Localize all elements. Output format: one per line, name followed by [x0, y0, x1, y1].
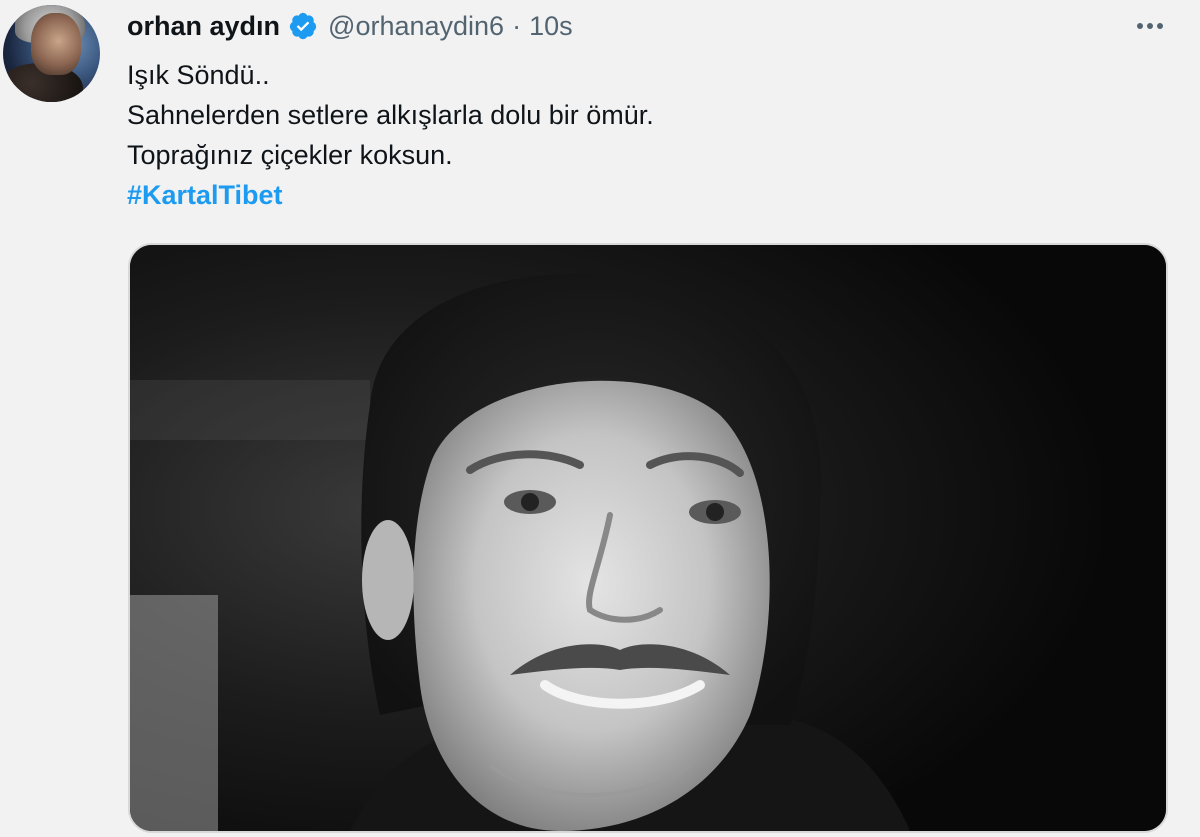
hashtag-link[interactable]: #KartalTibet — [127, 175, 1167, 215]
more-options-icon[interactable] — [1128, 10, 1172, 42]
tweet-header: orhan aydın @orhanaydin6 · 10s — [127, 8, 573, 44]
tweet[interactable]: orhan aydın @orhanaydin6 · 10s Işık Sönd… — [0, 0, 1200, 837]
tweet-line: Işık Söndü.. — [127, 60, 270, 90]
display-name[interactable]: orhan aydın — [127, 11, 280, 42]
more-dot — [1147, 23, 1153, 29]
separator-dot: · — [512, 10, 522, 41]
more-dot — [1137, 23, 1143, 29]
avatar-face — [31, 13, 81, 75]
user-handle[interactable]: @orhanaydin6 — [328, 11, 504, 42]
verified-badge-icon — [288, 11, 318, 41]
avatar[interactable] — [3, 5, 100, 102]
tweet-photo[interactable] — [128, 243, 1168, 833]
tweet-line: Sahnelerden setlere alkışlarla dolu bir … — [127, 100, 654, 130]
portrait-photo — [130, 245, 1166, 831]
tweet-line: Toprağınız çiçekler koksun. — [127, 140, 453, 170]
more-dot — [1157, 23, 1163, 29]
tweet-text: Işık Söndü.. Sahnelerden setlere alkışla… — [127, 55, 1167, 215]
tweet-time[interactable]: 10s — [529, 11, 573, 42]
